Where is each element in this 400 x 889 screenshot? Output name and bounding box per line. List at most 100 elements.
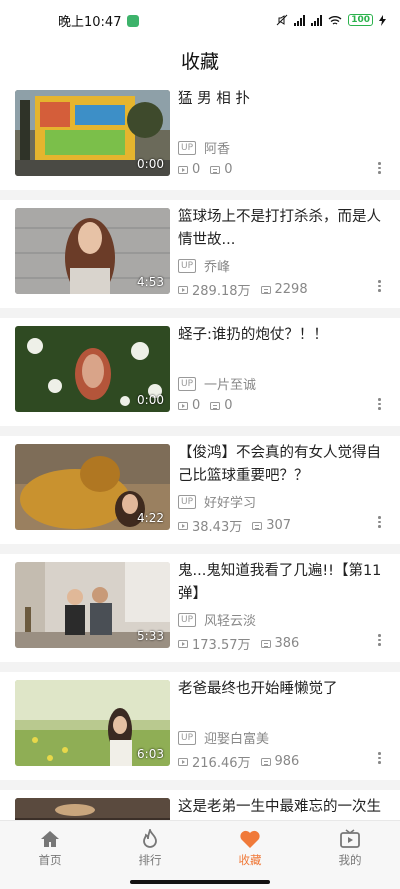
uploader-name: 迎娶白富美 bbox=[204, 732, 270, 747]
video-uploader[interactable]: UP 迎娶白富美 bbox=[178, 728, 269, 747]
video-thumbnail[interactable] bbox=[15, 798, 170, 820]
video-thumbnail[interactable]: 0:00 bbox=[15, 90, 170, 176]
video-stats: 00 bbox=[178, 162, 233, 177]
tab-label: 我的 bbox=[338, 853, 362, 867]
video-thumbnail[interactable]: 4:53 bbox=[15, 208, 170, 294]
uploader-name: 乔峰 bbox=[204, 260, 231, 275]
video-title[interactable]: 【俊鸿】不会真的有女人觉得自己比篮球重要吧？？ bbox=[178, 442, 386, 488]
heart-icon bbox=[240, 830, 260, 848]
wifi-icon bbox=[328, 15, 342, 25]
video-stats: 216.46万 986 bbox=[178, 752, 299, 771]
video-item[interactable]: 0:00 蛏子:谁扔的炮仗？！！ UP 一片至诚 00 bbox=[0, 318, 400, 426]
view-count: 173.57万 bbox=[192, 638, 251, 653]
video-uploader[interactable]: UP 好好学习 bbox=[178, 492, 256, 511]
signal-icon bbox=[294, 14, 306, 26]
video-item[interactable]: 0:00 猛 男 相 扑 UP 阿香 00 bbox=[0, 84, 400, 190]
video-duration: 4:53 bbox=[137, 275, 164, 289]
video-item[interactable]: 4:22 【俊鸿】不会真的有女人觉得自己比篮球重要吧？？ UP 好好学习 38.4… bbox=[0, 436, 400, 544]
favorites-list[interactable]: 0:00 猛 男 相 扑 UP 阿香 00 4:53 篮球场上不是打打杀杀，而是人… bbox=[0, 84, 400, 820]
home-icon bbox=[41, 831, 59, 847]
more-options-icon[interactable] bbox=[378, 752, 382, 764]
view-count: 289.18万 bbox=[192, 284, 251, 299]
uploader-name: 阿香 bbox=[204, 142, 231, 157]
video-thumbnail[interactable]: 0:00 bbox=[15, 326, 170, 412]
uploader-name: 风轻云淡 bbox=[204, 614, 257, 629]
more-options-icon[interactable] bbox=[378, 398, 382, 410]
video-title[interactable]: 猛 男 相 扑 bbox=[178, 88, 386, 111]
tab-mine[interactable]: 我的 bbox=[300, 821, 400, 889]
status-time: 晚上10:47 bbox=[58, 14, 122, 30]
video-thumbnail[interactable]: 5:33 bbox=[15, 562, 170, 648]
danmaku-count: 0 bbox=[224, 162, 233, 177]
danmaku-count: 2298 bbox=[274, 282, 308, 297]
flame-icon bbox=[143, 829, 157, 848]
video-title[interactable]: 老爸最终也开始睡懒觉了 bbox=[178, 678, 386, 701]
video-stats: 00 bbox=[178, 398, 233, 413]
tv-icon bbox=[340, 829, 360, 848]
video-stats: 38.43万 307 bbox=[178, 516, 291, 535]
danmaku-count: 986 bbox=[274, 754, 300, 769]
play-count-icon bbox=[178, 521, 188, 530]
danmaku-count: 307 bbox=[266, 518, 292, 533]
up-badge: UP bbox=[178, 140, 197, 155]
more-options-icon[interactable] bbox=[378, 634, 382, 646]
play-count-icon bbox=[178, 165, 188, 174]
charging-icon bbox=[379, 14, 386, 26]
video-item[interactable]: 5:33 鬼...鬼知道我看了几遍!!【第11弹】 UP 风轻云淡 173.57万… bbox=[0, 554, 400, 662]
video-uploader[interactable]: UP 乔峰 bbox=[178, 256, 230, 275]
video-stats: 173.57万 386 bbox=[178, 634, 299, 653]
view-count: 0 bbox=[192, 398, 201, 413]
more-options-icon[interactable] bbox=[378, 516, 382, 528]
view-count: 38.43万 bbox=[192, 520, 243, 535]
play-count-icon bbox=[178, 757, 188, 766]
video-title[interactable]: 鬼...鬼知道我看了几遍!!【第11弹】 bbox=[178, 560, 386, 606]
video-title[interactable]: 蛏子:谁扔的炮仗？！！ bbox=[178, 324, 386, 347]
danmaku-icon bbox=[210, 165, 221, 174]
video-thumbnail[interactable]: 6:03 bbox=[15, 680, 170, 766]
tab-label: 排行 bbox=[138, 853, 162, 867]
video-duration: 5:33 bbox=[137, 629, 164, 643]
mute-icon bbox=[276, 14, 288, 26]
up-badge: UP bbox=[178, 258, 197, 273]
video-item[interactable]: 这是老弟一生中最难忘的一次生 bbox=[0, 790, 400, 820]
more-options-icon[interactable] bbox=[378, 280, 382, 292]
play-count-icon bbox=[178, 639, 188, 648]
view-count: 0 bbox=[192, 162, 201, 177]
view-count: 216.46万 bbox=[192, 756, 251, 771]
video-item[interactable]: 6:03 老爸最终也开始睡懒觉了 UP 迎娶白富美 216.46万 986 bbox=[0, 672, 400, 780]
danmaku-count: 386 bbox=[274, 636, 300, 651]
tab-ranking[interactable]: 排行 bbox=[100, 821, 200, 889]
up-badge: UP bbox=[178, 730, 197, 745]
danmaku-icon bbox=[260, 639, 271, 648]
status-bar: 晚上10:47 100 bbox=[0, 0, 400, 40]
danmaku-icon bbox=[210, 401, 221, 410]
bottom-tab-bar: 首页 排行 收藏 我的 bbox=[0, 820, 400, 889]
tab-label: 首页 bbox=[38, 853, 62, 867]
status-icons: 100 bbox=[276, 14, 386, 26]
video-title[interactable]: 这是老弟一生中最难忘的一次生 bbox=[178, 796, 386, 819]
video-duration: 4:22 bbox=[137, 511, 164, 525]
uploader-name: 好好学习 bbox=[204, 496, 257, 511]
danmaku-icon bbox=[260, 285, 271, 294]
tab-label: 收藏 bbox=[238, 853, 262, 867]
video-duration: 0:00 bbox=[137, 393, 164, 407]
up-badge: UP bbox=[178, 376, 197, 391]
uploader-name: 一片至诚 bbox=[204, 378, 257, 393]
page-title: 收藏 bbox=[0, 40, 400, 84]
video-title[interactable]: 篮球场上不是打打杀杀，而是人情世故... bbox=[178, 206, 386, 252]
video-item[interactable]: 4:53 篮球场上不是打打杀杀，而是人情世故... UP 乔峰 289.18万 22… bbox=[0, 200, 400, 308]
home-indicator[interactable] bbox=[130, 880, 270, 884]
more-options-icon[interactable] bbox=[378, 162, 382, 174]
up-badge: UP bbox=[178, 494, 197, 509]
video-uploader[interactable]: UP 风轻云淡 bbox=[178, 610, 256, 629]
tab-favorites[interactable]: 收藏 bbox=[200, 821, 300, 889]
video-uploader[interactable]: UP 一片至诚 bbox=[178, 374, 256, 393]
up-badge: UP bbox=[178, 612, 197, 627]
video-stats: 289.18万 2298 bbox=[178, 280, 308, 299]
video-duration: 0:00 bbox=[137, 157, 164, 171]
video-thumbnail[interactable]: 4:22 bbox=[15, 444, 170, 530]
danmaku-icon bbox=[260, 757, 271, 766]
video-uploader[interactable]: UP 阿香 bbox=[178, 138, 230, 157]
tab-home[interactable]: 首页 bbox=[0, 821, 100, 889]
danmaku-count: 0 bbox=[224, 398, 233, 413]
